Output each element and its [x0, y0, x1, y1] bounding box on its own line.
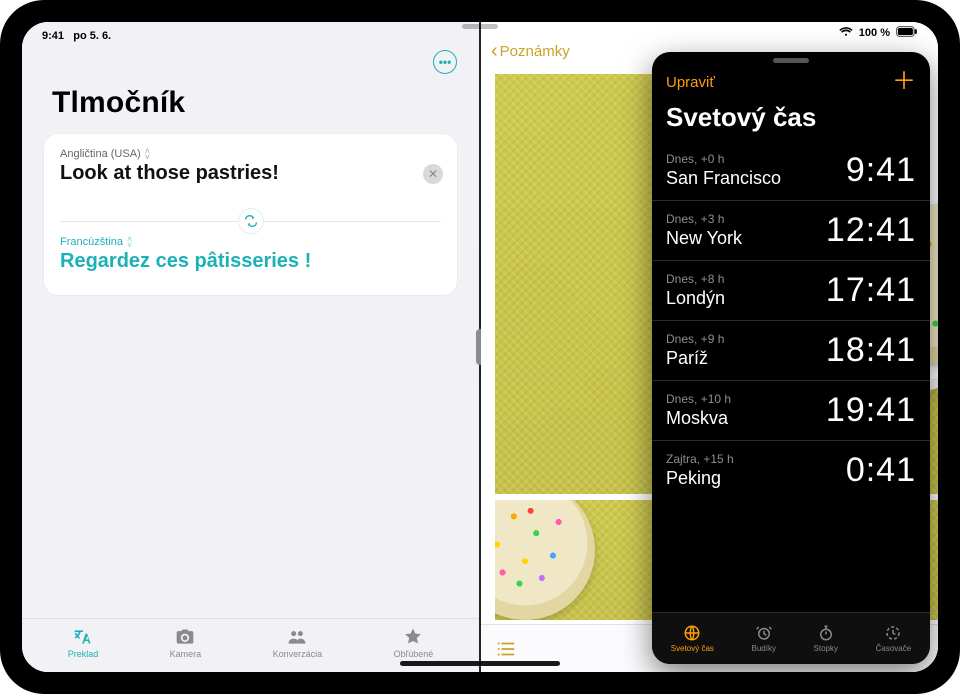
chevron-up-down-icon: ˄˅ — [127, 236, 132, 248]
tab-kamera[interactable]: Kamera — [170, 627, 202, 659]
world-clock-list[interactable]: Dnes, +0 h San Francisco 9:41 Dnes, +3 h… — [652, 141, 930, 612]
xmark-icon: ✕ — [428, 167, 438, 181]
source-text[interactable]: Look at those pastries! — [60, 160, 441, 185]
clock-time: 19:41 — [826, 391, 916, 430]
clock-city: Paríž — [666, 346, 724, 369]
home-indicator[interactable] — [400, 661, 560, 666]
battery-icon — [896, 26, 918, 40]
tab-timer[interactable]: Časovače — [876, 624, 912, 653]
clock-offset: Dnes, +10 h — [666, 392, 731, 406]
clear-text-button[interactable]: ✕ — [423, 164, 443, 184]
plus-icon: ＋ — [892, 68, 916, 95]
clock-offset: Zajtra, +15 h — [666, 452, 734, 466]
tab-label: Budíky — [752, 644, 776, 653]
clock-time: 12:41 — [826, 211, 916, 250]
clock-city: San Francisco — [666, 166, 781, 189]
clock-time: 0:41 — [846, 451, 916, 490]
clock-offset: Dnes, +9 h — [666, 332, 724, 346]
star-icon — [402, 627, 424, 647]
status-time-date: 9:41 po 5. 6. — [42, 30, 111, 42]
translator-app: ••• Tlmočník Angličtina (USA) ˄˅ Look at… — [22, 22, 479, 672]
status-bar-right: 100 % — [839, 26, 918, 40]
ellipsis-icon: ••• — [439, 55, 452, 69]
tab-label: Stopky — [814, 644, 838, 653]
swap-icon — [243, 213, 259, 229]
page-title: Tlmočník — [22, 74, 479, 134]
source-language-label: Angličtina (USA) — [60, 148, 141, 160]
tab-label: Konverzácia — [273, 649, 323, 659]
clock-city: Peking — [666, 466, 734, 489]
tab-konverzacia[interactable]: Konverzácia — [273, 627, 323, 659]
chevron-up-down-icon: ˄˅ — [145, 148, 150, 160]
clock-time: 18:41 — [826, 331, 916, 370]
wifi-icon — [839, 27, 853, 40]
status-time: 9:41 — [42, 30, 64, 42]
camera-icon — [174, 627, 196, 647]
edit-button[interactable]: Upraviť — [666, 74, 715, 91]
clock-offset: Dnes, +8 h — [666, 272, 725, 286]
tab-alarm[interactable]: Budíky — [752, 624, 776, 653]
globe-icon — [682, 624, 702, 642]
clock-tabbar: Svetový čas Budíky Stopky — [652, 612, 930, 664]
tab-label: Svetový čas — [671, 644, 714, 653]
stopwatch-icon — [816, 624, 836, 642]
more-options-button[interactable]: ••• — [433, 50, 457, 74]
clock-app-slideover[interactable]: Upraviť ＋ Svetový čas Dnes, +0 h San Fra… — [652, 52, 930, 664]
translation-card: Angličtina (USA) ˄˅ Look at those pastri… — [44, 134, 457, 295]
people-icon — [286, 627, 308, 647]
battery-percent: 100 % — [859, 27, 890, 39]
translate-icon — [72, 627, 94, 647]
ipad-device-frame: 9:41 po 5. 6. 100 % ••• Tlm — [0, 0, 960, 694]
tab-label: Preklad — [68, 649, 99, 659]
target-text: Regardez ces pâtisseries ! — [60, 248, 441, 273]
clock-offset: Dnes, +3 h — [666, 212, 742, 226]
world-clock-row[interactable]: Dnes, +10 h Moskva 19:41 — [652, 380, 930, 440]
alarm-icon — [754, 624, 774, 642]
swap-languages-button[interactable] — [238, 208, 264, 234]
world-clock-row[interactable]: Dnes, +9 h Paríž 18:41 — [652, 320, 930, 380]
tab-stopwatch[interactable]: Stopky — [814, 624, 838, 653]
target-language-label: Francúzština — [60, 236, 123, 248]
tab-preklad[interactable]: Preklad — [68, 627, 99, 659]
status-date: po 5. 6. — [73, 30, 111, 42]
world-clock-row[interactable]: Dnes, +0 h San Francisco 9:41 — [652, 141, 930, 200]
clock-city: Londýn — [666, 286, 725, 309]
clock-time: 17:41 — [826, 271, 916, 310]
tab-world-clock[interactable]: Svetový čas — [671, 624, 714, 653]
multitask-pill-left[interactable] — [462, 24, 498, 29]
clock-time: 9:41 — [846, 151, 916, 190]
clock-city: Moskva — [666, 406, 731, 429]
clock-city: New York — [666, 226, 742, 249]
notes-app: ‹ Poznámky — [481, 22, 938, 672]
tab-oblubene[interactable]: Obľúbené — [394, 627, 434, 659]
source-language-picker[interactable]: Angličtina (USA) ˄˅ — [60, 148, 441, 160]
timer-icon — [883, 624, 903, 642]
tab-label: Obľúbené — [394, 649, 434, 659]
tab-label: Časovače — [876, 644, 912, 653]
clock-offset: Dnes, +0 h — [666, 152, 781, 166]
tab-label: Kamera — [170, 649, 202, 659]
world-clock-row[interactable]: Zajtra, +15 h Peking 0:41 — [652, 440, 930, 500]
slideover-grabber[interactable] — [773, 58, 809, 63]
world-clock-row[interactable]: Dnes, +3 h New York 12:41 — [652, 200, 930, 260]
checklist-icon[interactable] — [495, 638, 517, 660]
world-clock-row[interactable]: Dnes, +8 h Londýn 17:41 — [652, 260, 930, 320]
clock-title: Svetový čas — [652, 94, 930, 141]
language-divider — [60, 221, 441, 222]
add-city-button[interactable]: ＋ — [892, 70, 916, 94]
screen: 9:41 po 5. 6. 100 % ••• Tlm — [22, 22, 938, 672]
